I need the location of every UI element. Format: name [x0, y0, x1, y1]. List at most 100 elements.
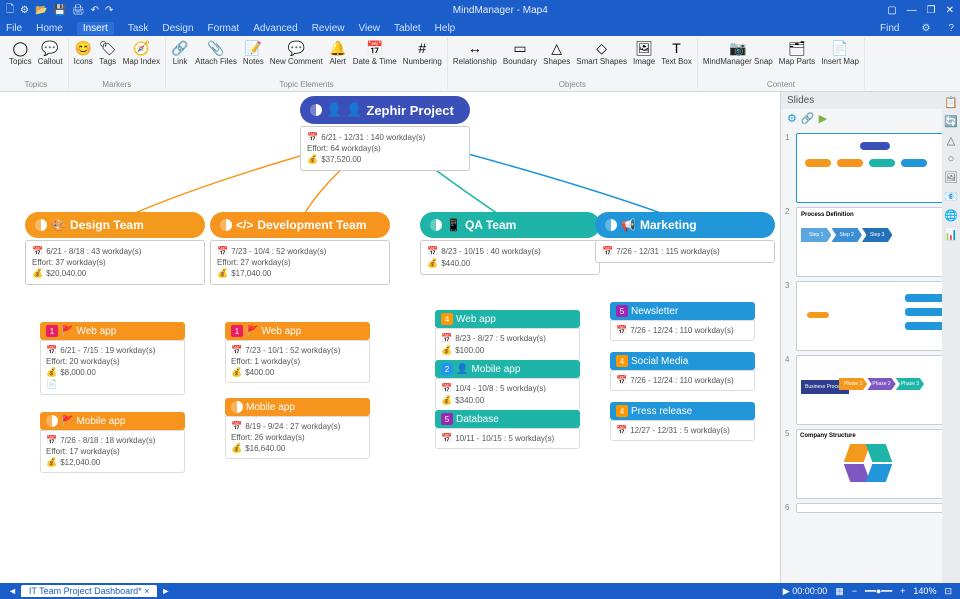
- menu-format[interactable]: Format: [208, 23, 240, 34]
- save-icon[interactable]: 💾: [53, 5, 65, 16]
- ribbon-map-parts-button[interactable]: 🗂Map Parts: [777, 38, 817, 67]
- menu-insert[interactable]: Insert: [77, 22, 114, 35]
- ribbon-map-index-button[interactable]: 🧭Map Index: [121, 38, 162, 67]
- zoom-level[interactable]: 140%: [913, 586, 936, 596]
- zoom-out-icon[interactable]: −: [852, 586, 857, 596]
- ribbon-alert-button[interactable]: 🔔Alert: [327, 38, 349, 67]
- new-icon[interactable]: 🗋: [6, 2, 14, 19]
- team-dev[interactable]: </>Development Team📅7/23 - 10/4 : 52 wor…: [210, 212, 390, 285]
- ribbon-text-box-button[interactable]: TText Box: [659, 38, 694, 67]
- outlook-icon[interactable]: 📧: [944, 190, 958, 203]
- menu-settings-icon[interactable]: ⚙: [921, 23, 930, 34]
- ribbon-link-button[interactable]: 🔗Link: [169, 38, 191, 67]
- task-mobile-app[interactable]: 🚩Mobile app📅7/26 - 8/18 : 18 workday(s)E…: [40, 412, 185, 473]
- ribbon-image-button[interactable]: 🖼Image: [631, 38, 657, 67]
- slide-thumb[interactable]: 3: [785, 281, 956, 351]
- map-canvas[interactable]: 👤👤Zephir Project 📅6/21 - 12/31 : 140 wor…: [0, 92, 780, 583]
- timer-icon[interactable]: ▶ 00:00:00: [783, 586, 827, 597]
- slide-thumb[interactable]: 1: [785, 133, 956, 203]
- menu-design[interactable]: Design: [162, 23, 193, 34]
- map-index-icon: 🧭: [132, 39, 150, 57]
- menu-file[interactable]: File: [6, 23, 22, 34]
- menu-help[interactable]: Help: [435, 23, 456, 34]
- ribbon-attach-files-button[interactable]: 📎Attach Files: [193, 38, 239, 67]
- ribbon-new-comment-button[interactable]: 💬New Comment: [268, 38, 325, 67]
- task-web-app[interactable]: 1🚩Web app📅6/21 - 7/15 : 19 workday(s)Eff…: [40, 322, 185, 395]
- fit-icon[interactable]: ⊡: [944, 586, 952, 597]
- ribbon-mindmanager-snap-button[interactable]: 📷MindManager Snap: [701, 38, 775, 67]
- marker-icon[interactable]: ○: [948, 153, 955, 165]
- task-press-release[interactable]: 4Press release📅12/27 - 12/31 : 5 workday…: [610, 402, 755, 441]
- open-icon[interactable]: 📂: [35, 5, 47, 16]
- menu-home[interactable]: Home: [36, 23, 63, 34]
- root-topic[interactable]: 👤👤Zephir Project 📅6/21 - 12/31 : 140 wor…: [300, 96, 470, 171]
- image-icon[interactable]: 🖼: [944, 171, 958, 184]
- ribbon-smart-shapes-button[interactable]: ◇Smart Shapes: [574, 38, 629, 67]
- nav-left-icon[interactable]: ◄: [8, 586, 17, 596]
- new-comment-icon: 💬: [287, 39, 305, 57]
- task-mobile-app[interactable]: 2👤Mobile app📅10/4 - 10/8 : 5 workday(s)💰…: [435, 360, 580, 411]
- ribbon-relationship-button[interactable]: ↔Relationship: [451, 38, 499, 67]
- gear-icon[interactable]: ⚙: [787, 112, 797, 128]
- ribbon-tags-button[interactable]: 🏷Tags: [97, 38, 119, 67]
- slide-thumb[interactable]: 5Company Structure: [785, 429, 956, 499]
- minimize-icon[interactable]: —: [907, 5, 917, 16]
- slide-thumb[interactable]: 6: [785, 503, 956, 513]
- redo-icon[interactable]: ↷: [105, 5, 113, 16]
- slide-thumb[interactable]: 2Process DefinitionStep 1Step 2Step 3: [785, 207, 956, 277]
- team-mkt[interactable]: 📢Marketing📅7/26 - 12/31 : 115 workday(s): [595, 212, 775, 263]
- ribbon-insert-map-button[interactable]: 📄Insert Map: [819, 38, 861, 67]
- document-tab[interactable]: IT Team Project Dashboard* ×: [21, 585, 158, 597]
- ribbon: ◯Topics💬CalloutTopics😊Icons🏷Tags🧭Map Ind…: [0, 36, 960, 92]
- menu-review[interactable]: Review: [312, 23, 345, 34]
- slide-thumb[interactable]: 4Business ProcessPhase 1Phase 2Phase 3: [785, 355, 956, 425]
- close-icon[interactable]: ✕: [946, 5, 954, 16]
- view-icon[interactable]: ▦: [835, 586, 844, 597]
- play-icon[interactable]: ▶: [819, 112, 827, 128]
- zoom-in-icon[interactable]: +: [900, 586, 905, 596]
- browse-icon[interactable]: 🌐: [944, 209, 958, 222]
- quick-access-toolbar: 🗋 ⚙ 📂 💾 🖨 ↶ ↷: [6, 2, 113, 19]
- undo-icon[interactable]: ↶: [91, 5, 99, 16]
- task-database[interactable]: 5Database📅10/11 - 10/15 : 5 workday(s): [435, 410, 580, 449]
- ribbon-icons-button[interactable]: 😊Icons: [72, 38, 95, 67]
- task-web-app[interactable]: 1🚩Web app📅7/23 - 10/1 : 52 workday(s)Eff…: [225, 322, 370, 383]
- task-icon[interactable]: 📋: [944, 96, 958, 109]
- task-mobile-app[interactable]: Mobile app📅8/19 - 9/24 : 27 workday(s)Ef…: [225, 398, 370, 459]
- slides-list[interactable]: 1 2Process DefinitionStep 1Step 2Step 3 …: [781, 131, 960, 582]
- ribbon-topics-button[interactable]: ◯Topics: [7, 38, 34, 67]
- excel-icon[interactable]: 📊: [944, 228, 958, 241]
- ribbon-boundary-button[interactable]: ▭Boundary: [501, 38, 539, 67]
- right-sidebar: 📋 🔄 △ ○ 🖼 📧 🌐 📊: [942, 92, 960, 583]
- ribbon-toggle-icon[interactable]: ▢: [887, 5, 896, 16]
- map-parts-icon: 🗂: [788, 39, 806, 57]
- slides-header: Slides ×: [781, 92, 960, 109]
- task-web-app[interactable]: 4Web app📅8/23 - 8/27 : 5 workday(s)💰$100…: [435, 310, 580, 361]
- nav-right-icon[interactable]: ►: [161, 586, 170, 596]
- menu-view[interactable]: View: [358, 23, 380, 34]
- ribbon-group: 🔗Link📎Attach Files📝Notes💬New Comment🔔Ale…: [166, 38, 448, 89]
- date-&-time-icon: 📅: [366, 39, 384, 57]
- link-icon[interactable]: 🔗: [801, 112, 815, 128]
- ribbon-notes-button[interactable]: 📝Notes: [241, 38, 266, 67]
- task-social-media[interactable]: 4Social Media📅7/26 - 12/24 : 110 workday…: [610, 352, 755, 391]
- sync-icon[interactable]: 🔄: [944, 115, 958, 128]
- menu-advanced[interactable]: Advanced: [253, 23, 297, 34]
- ribbon-date-&-time-button[interactable]: 📅Date & Time: [351, 38, 399, 67]
- team-qa[interactable]: 📱QA Team📅8/23 - 10/15 : 40 workday(s)💰$4…: [420, 212, 600, 275]
- ribbon-callout-button[interactable]: 💬Callout: [36, 38, 65, 67]
- team-design[interactable]: 🎨Design Team📅6/21 - 8/18 : 43 workday(s)…: [25, 212, 205, 285]
- menu-task[interactable]: Task: [128, 23, 149, 34]
- ribbon-shapes-button[interactable]: △Shapes: [541, 38, 572, 67]
- task-newsletter[interactable]: 5Newsletter📅7/26 - 12/24 : 110 workday(s…: [610, 302, 755, 341]
- menu-tablet[interactable]: Tablet: [394, 23, 421, 34]
- ribbon-numbering-button[interactable]: #Numbering: [401, 38, 444, 67]
- ribbon-group: ◯Topics💬CalloutTopics: [4, 38, 69, 89]
- menu-find[interactable]: Find: [880, 23, 899, 34]
- zoom-slider[interactable]: ━━●━━: [865, 586, 892, 597]
- gear-icon[interactable]: ⚙: [20, 5, 29, 16]
- shape-icon[interactable]: △: [947, 134, 955, 147]
- maximize-icon[interactable]: ❐: [927, 5, 936, 16]
- menu-help-icon[interactable]: ?: [948, 23, 954, 34]
- print-icon[interactable]: 🖨: [72, 5, 85, 16]
